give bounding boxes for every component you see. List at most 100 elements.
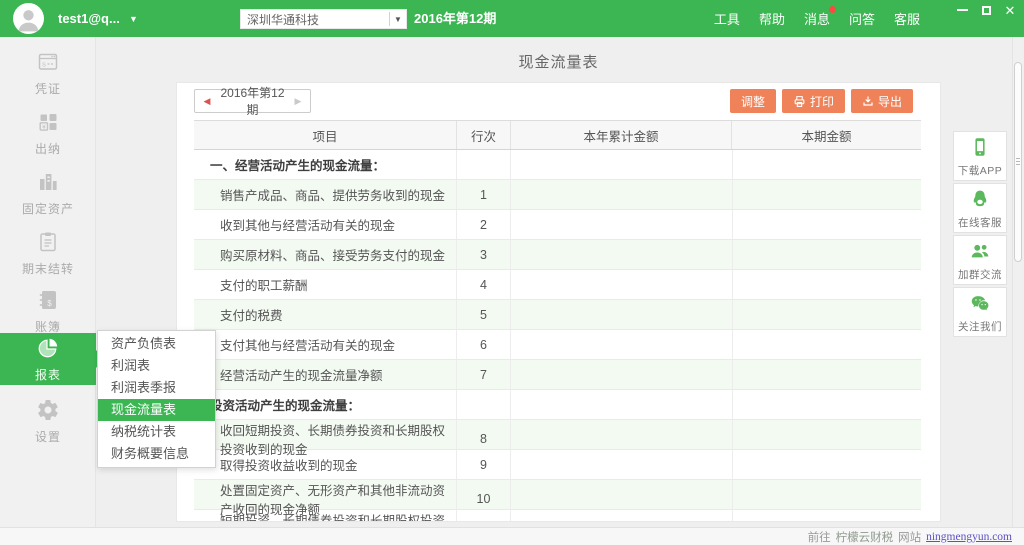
voucher-icon: s	[36, 61, 60, 78]
row-line-number: 2	[456, 210, 511, 239]
export-button[interactable]: 导出	[851, 89, 913, 113]
table-row: 处置固定资产、无形资产和其他非流动资产收回的现金净额 10	[194, 480, 921, 510]
submenu-item-balance-sheet[interactable]: 资产负债表	[98, 333, 215, 355]
row-ytd-amount-cell	[511, 360, 732, 389]
submenu-item-income-quarterly[interactable]: 利润表季报	[98, 377, 215, 399]
printer-icon	[793, 95, 806, 108]
topbar-menu-item[interactable]: 工具	[714, 9, 740, 28]
page-title: 现金流量表	[176, 51, 941, 72]
topbar-menu-item-label: 消息	[804, 12, 830, 27]
vertical-scrollbar[interactable]	[1012, 37, 1023, 527]
scrollbar-handle[interactable]	[1014, 62, 1022, 262]
join-group-card[interactable]: 加群交流	[953, 235, 1007, 285]
row-item-label: 经营活动产生的现金流量净额	[194, 360, 456, 389]
footer-suffix: 网站	[898, 529, 921, 545]
table-row: 销售产成品、商品、提供劳务收到的现金 1	[194, 180, 921, 210]
row-line-number: 6	[456, 330, 511, 359]
submenu-item-tax-statistics[interactable]: 纳税统计表	[98, 421, 215, 443]
submenu-item-income-statement[interactable]: 利润表	[98, 355, 215, 377]
username-label[interactable]: test1@q...	[58, 0, 120, 37]
user-avatar[interactable]	[13, 3, 44, 34]
minimize-button[interactable]	[956, 4, 968, 16]
sidebar-item-ledger[interactable]: $ 账簿	[0, 285, 96, 337]
row-item-label: 销售产成品、商品、提供劳务收到的现金	[194, 180, 456, 209]
table-row: 购买原材料、商品、接受劳务支付的现金 3	[194, 240, 921, 270]
download-app-label: 下载APP	[954, 163, 1006, 178]
follow-us-card[interactable]: 关注我们	[953, 287, 1007, 337]
row-ytd-amount-cell	[511, 240, 732, 269]
row-line-number: 5	[456, 300, 511, 329]
svg-text:¥: ¥	[42, 124, 46, 131]
next-period-arrow-icon[interactable]: ▶	[286, 96, 310, 107]
topbar-period-label: 2016年第12期	[414, 0, 496, 37]
row-item-label: 购买原材料、商品、接受劳务支付的现金	[194, 240, 456, 269]
toolbar-actions: 调整 打印 导出	[730, 89, 913, 113]
sidebar-item-vouchers[interactable]: s 凭证	[0, 47, 96, 99]
maximize-button[interactable]	[980, 4, 992, 16]
svg-text:s: s	[42, 59, 46, 68]
row-line-number: 7	[456, 360, 511, 389]
submenu-item-cash-flow[interactable]: 现金流量表	[98, 399, 215, 421]
sidebar-item-label: 出纳	[0, 140, 96, 157]
row-current-amount-cell	[732, 300, 921, 329]
select-caret-icon: ▼	[389, 12, 406, 26]
prev-period-arrow-icon[interactable]: ◀	[195, 96, 219, 107]
close-button[interactable]: ✕	[1004, 4, 1016, 16]
qq-service-icon	[969, 188, 991, 210]
company-select[interactable]: 深圳华通科技 ▼	[240, 9, 407, 29]
topbar-menu-item-label: 帮助	[759, 12, 785, 27]
adjust-button-label: 调整	[741, 93, 765, 110]
row-item-label: 收到其他与经营活动有关的现金	[194, 210, 456, 239]
period-closing-icon	[36, 241, 60, 258]
svg-text:$: $	[47, 299, 52, 308]
row-item-label: 短期投资、长期债券投资和长期股权投资支付的现金	[194, 510, 456, 522]
maximize-icon	[982, 6, 991, 15]
row-ytd-amount-cell	[511, 270, 732, 299]
table-row: 支付的职工薪酬 4	[194, 270, 921, 300]
topbar-menu-item-label: 工具	[714, 12, 740, 27]
download-app-card[interactable]: 下载APP	[953, 131, 1007, 181]
topbar-menu-item[interactable]: 帮助	[759, 9, 785, 28]
topbar-menu-item-label: 客服	[894, 12, 920, 27]
topbar-menu-item[interactable]: 问答	[849, 9, 875, 28]
table-body: 一、经营活动产生的现金流量： 销售产成品、商品、提供劳务收到的现金 1 收到其他…	[194, 150, 921, 522]
topbar-menu-item[interactable]: 消息	[804, 9, 830, 28]
join-group-label: 加群交流	[954, 267, 1006, 282]
content-panel: ◀ 2016年第12期 ▶ 调整 打印 导出 项目 行次 本年累计金额 本期金额…	[176, 82, 941, 522]
footer-prefix: 前往	[808, 529, 831, 545]
row-current-amount-cell	[732, 240, 921, 269]
fixed-assets-icon	[36, 181, 60, 198]
period-navigator: ◀ 2016年第12期 ▶	[194, 89, 311, 113]
online-service-label: 在线客服	[954, 215, 1006, 230]
topbar-menu-item[interactable]: 客服	[894, 9, 920, 28]
row-current-amount-cell	[732, 360, 921, 389]
wechat-icon	[969, 292, 991, 314]
scrollbar-grip-icon	[1016, 158, 1020, 166]
online-service-card[interactable]: 在线客服	[953, 183, 1007, 233]
sidebar-item-reports[interactable]: 报表	[0, 333, 96, 385]
cashier-icon: ¥	[36, 121, 60, 138]
sidebar-item-settings[interactable]: 设置	[0, 395, 96, 447]
print-button[interactable]: 打印	[782, 89, 845, 113]
table-row: 短期投资、长期债券投资和长期股权投资支付的现金 11	[194, 510, 921, 522]
sidebar-item-label: 凭证	[0, 80, 96, 97]
table-row: 一、经营活动产生的现金流量：	[194, 150, 921, 180]
submenu-item-financial-summary[interactable]: 财务概要信息	[98, 443, 215, 465]
row-item-label: 支付的税费	[194, 300, 456, 329]
sidebar-item-label: 期末结转	[0, 260, 96, 277]
notification-dot	[829, 6, 836, 13]
reports-pie-icon	[36, 347, 60, 364]
table-row: 投资活动产生的现金流量：	[194, 390, 921, 420]
row-item-label: 支付的职工薪酬	[194, 270, 456, 299]
sidebar-item-period-closing[interactable]: 期末结转	[0, 227, 96, 279]
sidebar-item-label: 固定资产	[0, 200, 96, 217]
column-header-line-no: 行次	[456, 121, 511, 149]
adjust-button[interactable]: 调整	[730, 89, 776, 113]
footer-website-link[interactable]: ningmengyun.com	[926, 531, 1012, 543]
footer-brand: 柠檬云财税	[836, 529, 894, 545]
sidebar-item-cashier[interactable]: ¥ 出纳	[0, 107, 96, 159]
user-dropdown-caret-icon[interactable]: ▼	[129, 1, 138, 38]
cash-flow-table: 项目 行次 本年累计金额 本期金额 一、经营活动产生的现金流量： 销售产成品、商…	[194, 120, 921, 522]
sidebar-item-fixed-assets[interactable]: 固定资产	[0, 167, 96, 219]
print-button-label: 打印	[810, 93, 834, 110]
